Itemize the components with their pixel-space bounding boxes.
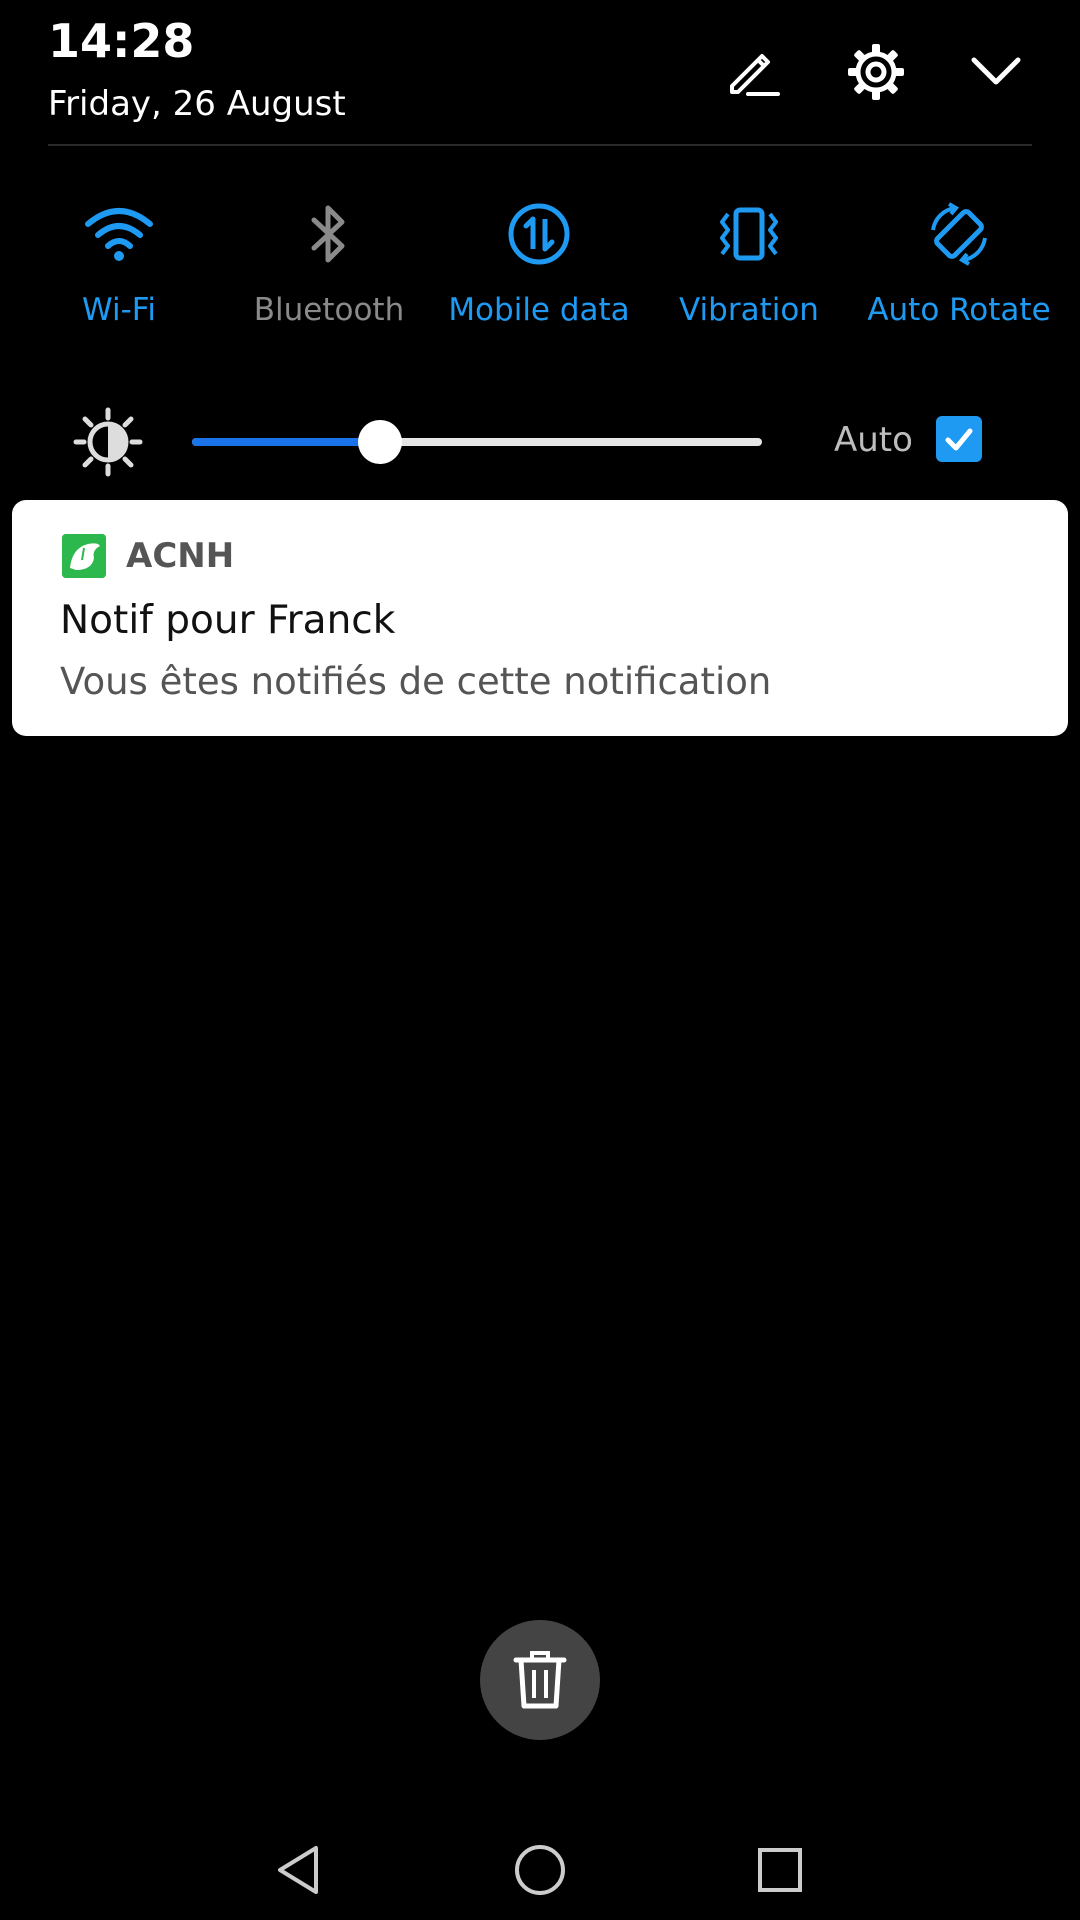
wifi-icon <box>85 208 153 261</box>
mobile-data-icon <box>508 203 570 265</box>
trash-icon <box>513 1651 567 1709</box>
brightness-icon <box>73 407 143 477</box>
back-icon <box>278 1846 318 1894</box>
home-button[interactable] <box>490 1820 590 1920</box>
app-icon <box>62 534 106 578</box>
leaf-icon <box>62 534 106 578</box>
clear-all-button[interactable] <box>480 1620 600 1740</box>
toggle-vibration[interactable]: Vibration <box>644 196 854 336</box>
date-label: Friday, 26 August <box>48 84 346 124</box>
recents-button[interactable] <box>730 1820 830 1920</box>
navigation-bar <box>0 1820 1080 1920</box>
notification-body: Vous êtes notifiés de cette notification <box>60 660 772 703</box>
notification-card[interactable]: ACNH Notif pour Franck Vous êtes notifié… <box>12 500 1068 736</box>
checkmark-icon <box>945 428 973 451</box>
edit-button[interactable] <box>718 36 790 108</box>
notification-title: Notif pour Franck <box>60 598 396 643</box>
toggle-wifi[interactable]: Wi-Fi <box>14 196 224 336</box>
toggle-label: Bluetooth <box>253 292 405 328</box>
toggle-auto-rotate[interactable]: Auto Rotate <box>854 196 1064 336</box>
slider-thumb[interactable] <box>358 420 403 464</box>
settings-gear-icon <box>848 44 904 100</box>
toggle-mobile-data[interactable]: Mobile data <box>434 196 644 336</box>
auto-brightness-label: Auto <box>834 420 913 460</box>
collapse-button[interactable] <box>960 36 1032 108</box>
settings-button[interactable] <box>840 36 912 108</box>
bluetooth-icon <box>311 205 345 263</box>
auto-rotate-icon <box>931 202 987 266</box>
clock-time: 14:28 <box>48 14 195 68</box>
toggle-label: Auto Rotate <box>867 292 1051 328</box>
toggle-label: Mobile data <box>448 292 630 328</box>
app-name: ACNH <box>126 536 235 576</box>
slider-fill <box>192 438 381 446</box>
brightness-row: Auto <box>0 400 1080 480</box>
toggle-label: Vibration <box>679 292 819 328</box>
toggle-bluetooth[interactable]: Bluetooth <box>224 196 434 336</box>
header-divider <box>48 144 1032 146</box>
back-button[interactable] <box>250 1820 350 1920</box>
collapse-chevron-icon <box>971 57 1021 85</box>
recents-icon <box>758 1848 802 1892</box>
home-icon <box>515 1845 565 1895</box>
edit-pencil-icon <box>730 54 780 96</box>
toggle-label: Wi-Fi <box>82 292 156 328</box>
auto-brightness-checkbox[interactable] <box>936 416 982 462</box>
vibration-icon <box>720 207 778 261</box>
brightness-slider[interactable] <box>192 420 762 464</box>
quick-toggles: Wi-Fi Bluetooth Mobile data Vibration Au… <box>0 196 1080 336</box>
